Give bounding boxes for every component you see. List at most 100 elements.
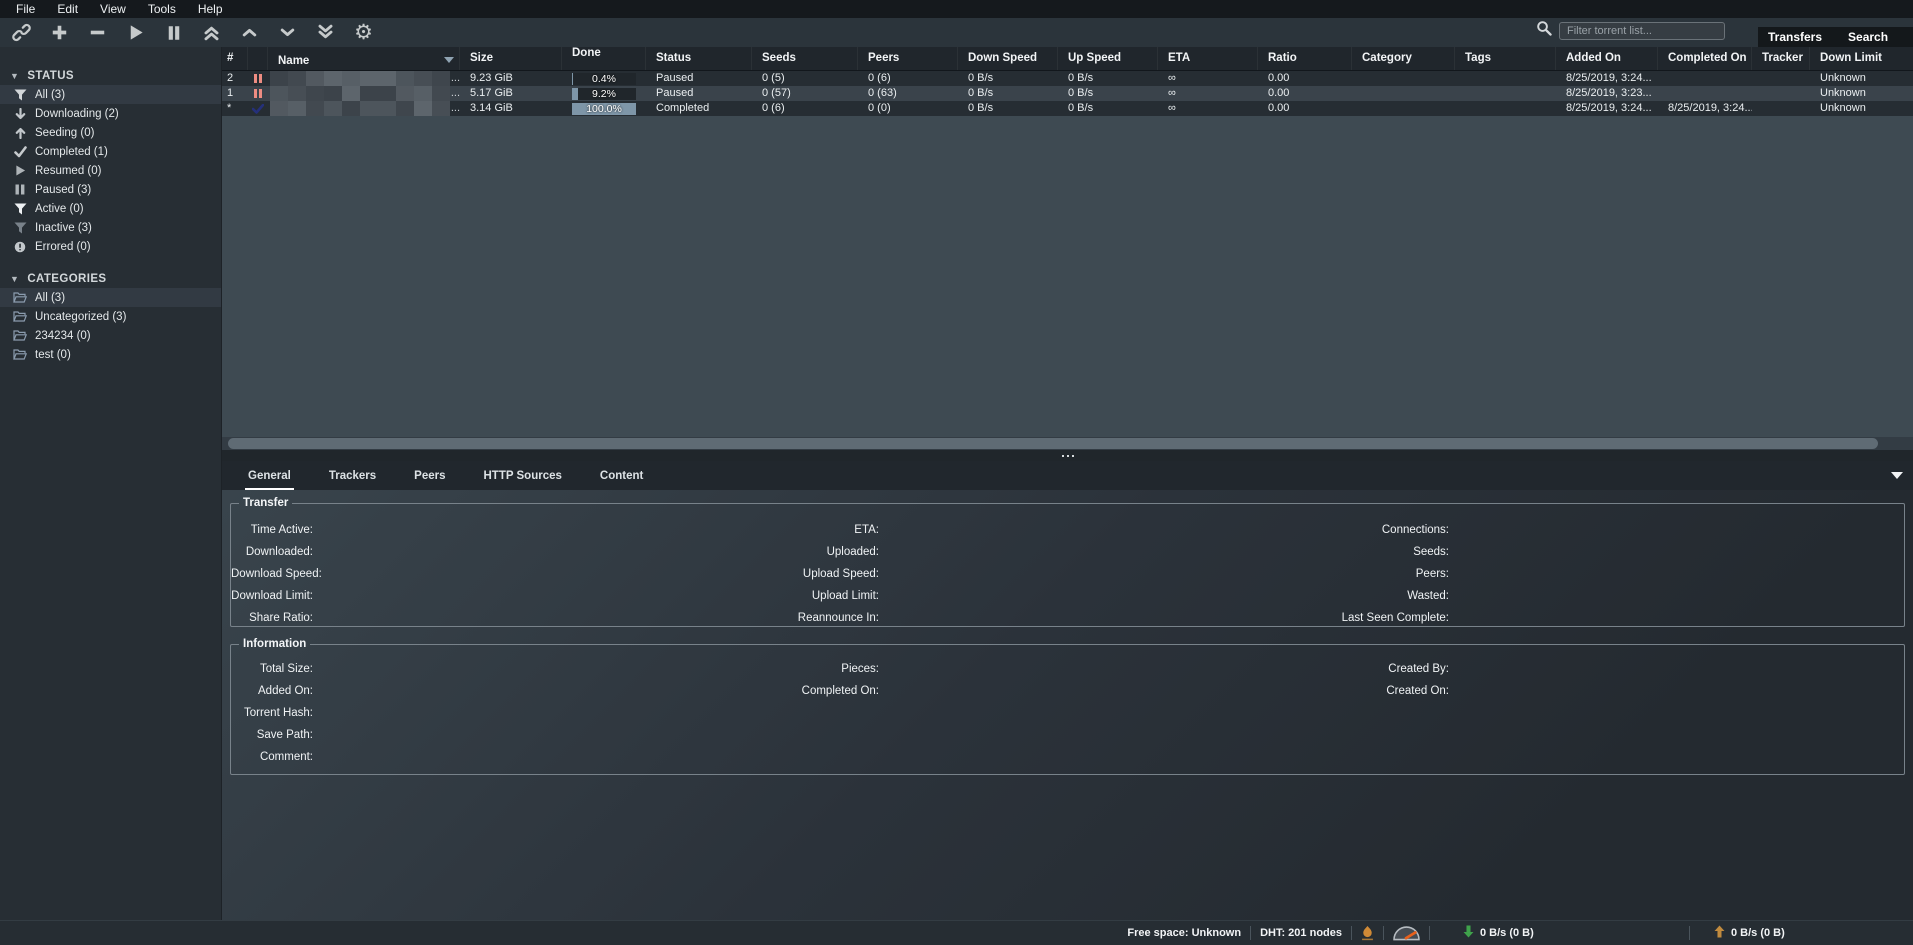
menu-tools[interactable]: Tools [137, 1, 187, 18]
folder-icon [13, 292, 27, 303]
pause-icon [13, 184, 27, 195]
transfer-labels-col2: ETA: Uploaded: Upload Speed: Upload Limi… [551, 519, 879, 629]
menu-edit[interactable]: Edit [46, 1, 89, 18]
tab-content[interactable]: Content [594, 461, 649, 490]
column-header-status[interactable]: Status [646, 47, 752, 70]
cell-queue-number: 1 [222, 86, 248, 101]
column-header-completed-on[interactable]: Completed On [1658, 47, 1752, 70]
cell-eta: ∞ [1158, 71, 1258, 86]
global-download-speed[interactable]: 0 B/s (0 B) [1439, 925, 1680, 941]
options-button[interactable]: ⚙ [352, 21, 375, 44]
cell-eta: ∞ [1158, 86, 1258, 101]
transfer-values-col3 [1449, 519, 1904, 629]
column-header-category[interactable]: Category [1352, 47, 1455, 70]
sidebar-item-completed[interactable]: Completed (1) [0, 142, 221, 161]
column-header-number[interactable]: # [222, 47, 248, 70]
table-row[interactable]: * ... 3.14 GiB 100.0% Completed 0 (6) 0 … [222, 101, 1913, 116]
column-header-up-speed[interactable]: Up Speed [1058, 47, 1158, 70]
cell-eta: ∞ [1158, 101, 1258, 116]
column-header-peers[interactable]: Peers [858, 47, 958, 70]
column-header-tags[interactable]: Tags [1455, 47, 1556, 70]
sidebar-item-downloading[interactable]: Downloading (2) [0, 104, 221, 123]
cell-peers: 0 (0) [858, 101, 958, 116]
column-header-name[interactable]: Name [268, 47, 460, 70]
sidebar-category-all[interactable]: All (3) [0, 288, 221, 307]
global-upload-speed[interactable]: 0 B/s (0 B) [1699, 925, 1795, 941]
alt-speed-gauge-icon[interactable] [1393, 925, 1420, 941]
column-header-down-speed[interactable]: Down Speed [958, 47, 1058, 70]
column-header-tracker[interactable]: Tracker [1752, 47, 1810, 70]
gear-icon: ⚙ [354, 22, 373, 43]
add-torrent-file-button[interactable] [48, 21, 71, 44]
horizontal-scrollbar-thumb[interactable] [228, 438, 1878, 449]
cell-completed-on: 8/25/2019, 3:24... [1658, 101, 1752, 116]
menu-view[interactable]: View [89, 1, 137, 18]
tab-peers[interactable]: Peers [408, 461, 451, 490]
sort-descending-icon [444, 57, 454, 63]
column-header-eta[interactable]: ETA [1158, 47, 1258, 70]
sidebar-item-inactive[interactable]: Inactive (3) [0, 218, 221, 237]
column-header-ratio[interactable]: Ratio [1258, 47, 1352, 70]
connection-status-flame-icon[interactable] [1361, 925, 1374, 941]
sidebar-item-active[interactable]: Active (0) [0, 199, 221, 218]
cell-tracker [1752, 71, 1810, 86]
column-header-state[interactable] [248, 47, 268, 70]
cell-size: 3.14 GiB [460, 101, 562, 116]
collapse-panel-icon[interactable] [1891, 472, 1903, 479]
cell-name: ... [268, 101, 460, 116]
cell-status: Completed [646, 101, 752, 116]
transfer-values-col1 [313, 519, 551, 629]
sidebar-category-uncategorized[interactable]: Uncategorized (3) [0, 307, 221, 326]
cell-down-limit: Unknown [1810, 86, 1913, 101]
sidebar-item-resumed[interactable]: Resumed (0) [0, 161, 221, 180]
tab-transfers[interactable]: Transfers [1768, 30, 1822, 44]
column-header-done[interactable]: Done [562, 47, 646, 70]
cell-down-limit: Unknown [1810, 101, 1913, 116]
separator [1250, 926, 1251, 940]
column-header-down-limit[interactable]: Down Limit [1810, 47, 1913, 70]
tab-http-sources[interactable]: HTTP Sources [478, 461, 568, 490]
cell-ratio: 0.00 [1258, 71, 1352, 86]
panel-resize-handle[interactable] [222, 450, 1913, 461]
tab-search[interactable]: Search [1848, 30, 1888, 44]
sidebar-category-test[interactable]: test (0) [0, 345, 221, 364]
add-torrent-link-button[interactable] [10, 21, 33, 44]
filter-sidebar: ▼ STATUS All (3) Downloading (2) Seeding… [0, 47, 222, 920]
properties-tabs: General Trackers Peers HTTP Sources Cont… [222, 461, 1913, 490]
menu-help[interactable]: Help [187, 1, 234, 18]
tab-general[interactable]: General [242, 461, 297, 490]
move-down-button[interactable] [276, 21, 299, 44]
transfer-labels-col1: Time Active: Downloaded: Download Speed:… [231, 519, 313, 629]
delete-torrent-button[interactable] [86, 21, 109, 44]
move-up-button[interactable] [238, 21, 261, 44]
completed-check-icon [248, 101, 268, 116]
column-header-added-on[interactable]: Added On [1556, 47, 1658, 70]
upload-arrow-icon [1714, 925, 1725, 941]
column-header-size[interactable]: Size [460, 47, 562, 70]
cell-down-speed: 0 B/s [958, 101, 1058, 116]
error-icon [13, 241, 27, 253]
information-labels-col3: Created By: Created On: [1119, 658, 1449, 768]
column-header-seeds[interactable]: Seeds [752, 47, 858, 70]
cell-seeds: 0 (57) [752, 86, 858, 101]
filter-torrent-input[interactable] [1559, 22, 1725, 40]
sidebar-item-all[interactable]: All (3) [0, 85, 221, 104]
download-arrow-icon [1463, 925, 1474, 941]
menu-file[interactable]: File [5, 1, 46, 18]
resume-button[interactable] [124, 21, 147, 44]
sidebar-item-seeding[interactable]: Seeding (0) [0, 123, 221, 142]
status-section-header[interactable]: ▼ STATUS [0, 66, 221, 85]
sidebar-item-errored[interactable]: Errored (0) [0, 237, 221, 256]
funnel-icon [13, 203, 27, 215]
table-row[interactable]: 2 ... 9.23 GiB 0.4% Paused 0 (5) 0 (6) 0… [222, 71, 1913, 86]
sidebar-category-234234[interactable]: 234234 (0) [0, 326, 221, 345]
categories-section-header[interactable]: ▼ CATEGORIES [0, 269, 221, 288]
cell-peers: 0 (63) [858, 86, 958, 101]
cell-seeds: 0 (6) [752, 101, 858, 116]
pause-button[interactable] [162, 21, 185, 44]
table-row[interactable]: 1 ... 5.17 GiB 9.2% Paused 0 (57) 0 (63)… [222, 86, 1913, 101]
sidebar-item-paused[interactable]: Paused (3) [0, 180, 221, 199]
move-top-button[interactable] [200, 21, 223, 44]
move-bottom-button[interactable] [314, 21, 337, 44]
tab-trackers[interactable]: Trackers [323, 461, 382, 490]
